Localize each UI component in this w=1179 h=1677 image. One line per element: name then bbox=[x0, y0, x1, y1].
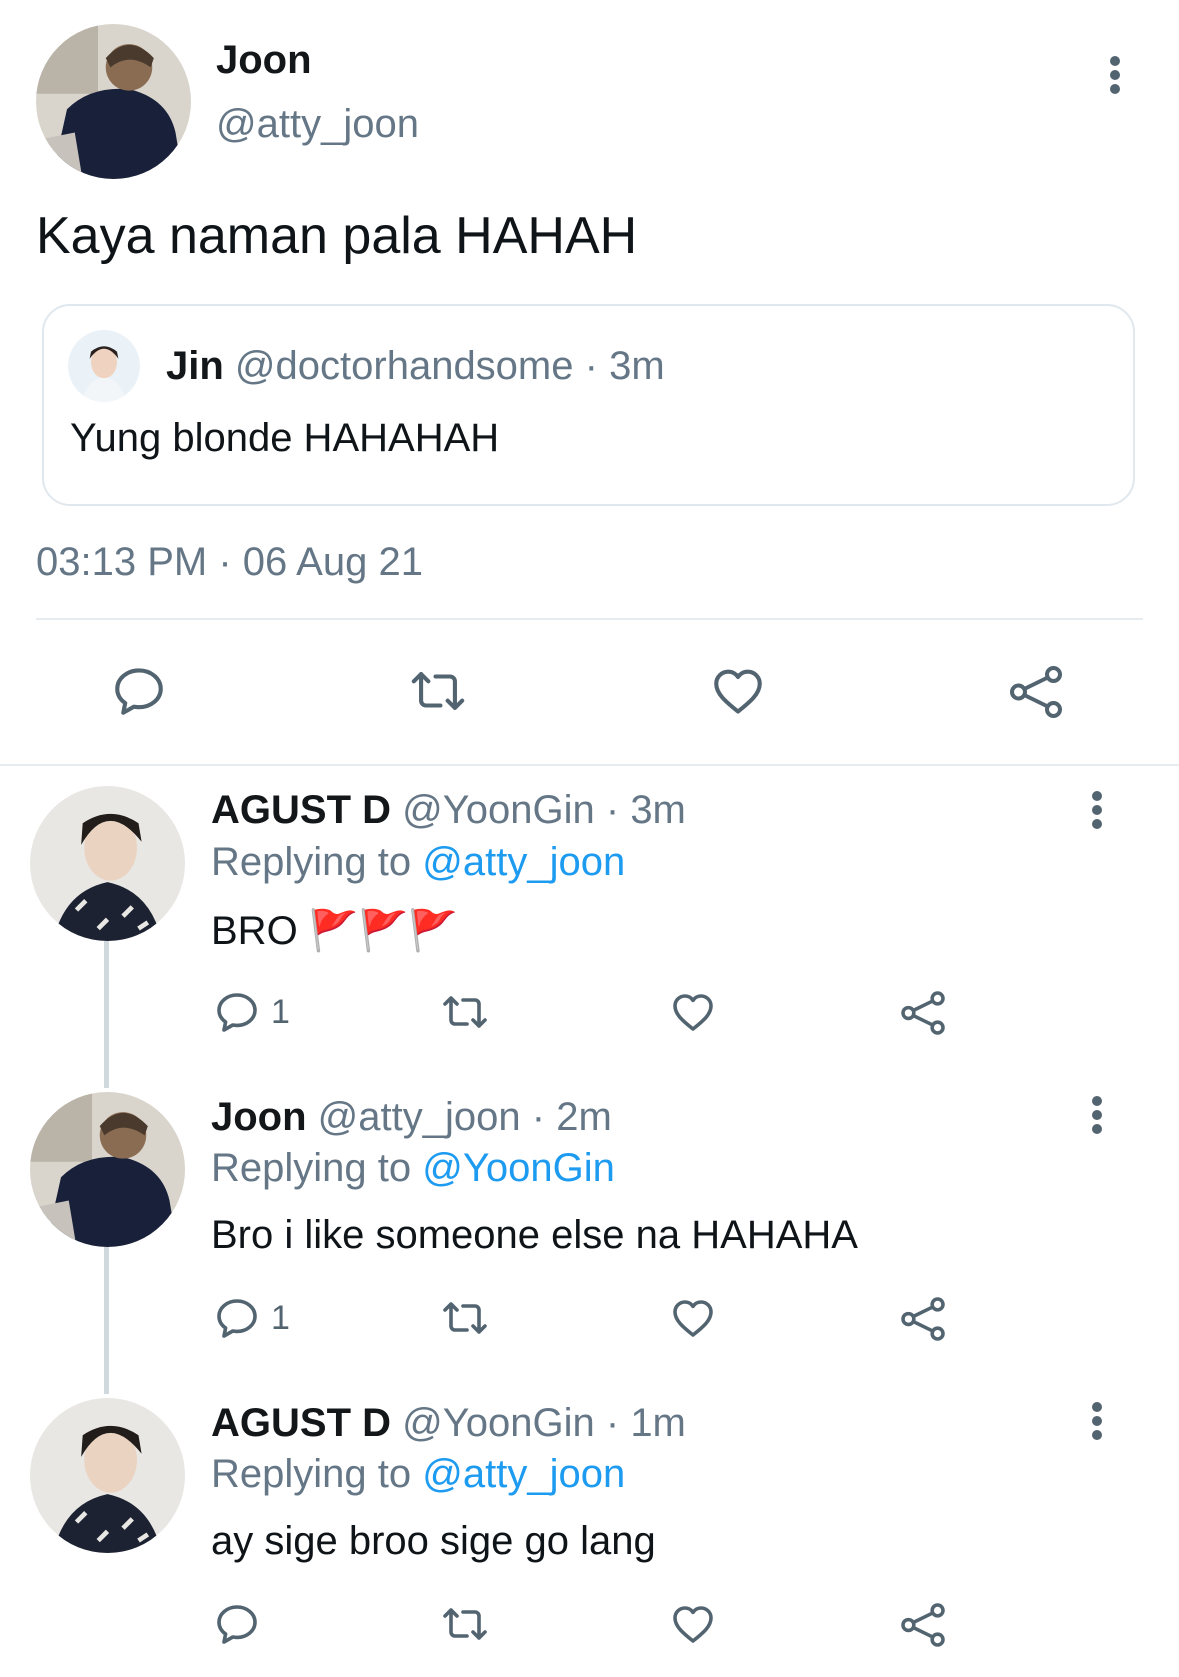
reply3-share-button[interactable] bbox=[898, 1600, 948, 1650]
reply1-author-name[interactable]: AGUST D bbox=[211, 788, 391, 832]
main-tweet-text: Kaya naman pala HAHAH bbox=[36, 207, 638, 265]
reply3-replying: Replying to @atty_joon bbox=[211, 1452, 625, 1497]
main-share-button[interactable] bbox=[1005, 662, 1067, 722]
thread-line-2 bbox=[104, 1246, 109, 1394]
reply3-reply-button[interactable] bbox=[213, 1600, 271, 1648]
reply3-author-name[interactable]: AGUST D bbox=[211, 1401, 391, 1445]
reply1-share-button[interactable] bbox=[898, 988, 948, 1038]
like-icon bbox=[673, 994, 713, 1031]
main-like-button[interactable] bbox=[708, 662, 768, 720]
reply3-like-button[interactable] bbox=[668, 1600, 718, 1648]
reply1-retweet-button[interactable] bbox=[438, 988, 492, 1036]
reply1-header: AGUST D @YoonGin · 3m bbox=[211, 788, 686, 833]
share-icon bbox=[901, 1603, 945, 1647]
quote-author-handle: @doctorhandsome bbox=[234, 344, 574, 388]
reply2-text: Bro i like someone else na HAHAHA bbox=[211, 1213, 858, 1257]
reply3-separator: · bbox=[605, 1401, 620, 1445]
reply2-reply-button[interactable]: 1 bbox=[213, 1294, 290, 1342]
avatar-photo-jin bbox=[68, 330, 140, 402]
reply2-header: Joon @atty_joon · 2m bbox=[211, 1095, 612, 1140]
reply1-reply-button[interactable]: 1 bbox=[213, 988, 290, 1036]
reply3-replying-prefix: Replying to bbox=[211, 1452, 412, 1496]
share-icon bbox=[901, 1297, 945, 1341]
main-tweet-divider bbox=[0, 764, 1179, 766]
reply2-share-button[interactable] bbox=[898, 1294, 948, 1344]
retweet-icon bbox=[443, 1302, 487, 1334]
share-icon bbox=[901, 991, 945, 1035]
reply1-author-handle[interactable]: @YoonGin bbox=[402, 788, 595, 832]
quote-header: Jin @doctorhandsome · 3m bbox=[166, 344, 665, 389]
quote-time: 3m bbox=[609, 344, 665, 388]
reply1-time: 3m bbox=[630, 788, 686, 832]
reply2-time: 2m bbox=[556, 1095, 612, 1139]
timestamp-divider bbox=[36, 618, 1143, 620]
reply3-text: ay sige broo sige go lang bbox=[211, 1519, 656, 1563]
reply2-author-name[interactable]: Joon bbox=[211, 1095, 307, 1139]
reply-icon bbox=[217, 1605, 257, 1644]
reply1-text: BRO 🚩🚩🚩 bbox=[211, 909, 459, 953]
main-author-avatar[interactable] bbox=[36, 24, 191, 179]
main-tweet-timestamp: 03:13 PM · 06 Aug 21 bbox=[36, 540, 423, 584]
quote-author-avatar bbox=[68, 330, 140, 402]
reply1-replying-prefix: Replying to bbox=[211, 840, 412, 884]
main-more-options-icon[interactable] bbox=[1100, 50, 1130, 100]
reply2-replying-prefix: Replying to bbox=[211, 1146, 412, 1190]
share-icon bbox=[1010, 666, 1062, 718]
reply2-more-options-icon[interactable] bbox=[1082, 1090, 1112, 1140]
main-reply-button[interactable] bbox=[110, 662, 168, 720]
quote-separator: · bbox=[584, 344, 598, 388]
reply3-time: 1m bbox=[630, 1401, 686, 1445]
main-author-handle[interactable]: @atty_joon bbox=[216, 102, 419, 147]
main-retweet-button[interactable] bbox=[405, 662, 471, 720]
avatar-photo-agustd bbox=[30, 1398, 185, 1553]
reply1-separator: · bbox=[605, 788, 620, 832]
thread-line-1 bbox=[104, 940, 109, 1088]
reply3-author-avatar[interactable] bbox=[30, 1398, 185, 1553]
reply3-author-handle[interactable]: @YoonGin bbox=[402, 1401, 595, 1445]
reply-icon bbox=[115, 668, 163, 715]
like-icon bbox=[714, 669, 762, 714]
reply3-more-options-icon[interactable] bbox=[1082, 1396, 1112, 1446]
avatar-photo-joon bbox=[30, 1092, 185, 1247]
reply3-retweet-button[interactable] bbox=[438, 1600, 492, 1648]
reply1-more-options-icon[interactable] bbox=[1082, 785, 1112, 835]
reply2-author-handle[interactable]: @atty_joon bbox=[318, 1095, 521, 1139]
avatar-photo-agustd bbox=[30, 786, 185, 941]
like-icon bbox=[673, 1606, 713, 1643]
retweet-icon bbox=[443, 996, 487, 1028]
reply3-replying-to-link[interactable]: @atty_joon bbox=[422, 1452, 625, 1496]
retweet-icon bbox=[443, 1608, 487, 1640]
reply2-separator: · bbox=[531, 1095, 546, 1139]
reply1-replying: Replying to @atty_joon bbox=[211, 840, 625, 885]
quote-author-name: Jin bbox=[166, 344, 224, 388]
quote-text: Yung blonde HAHAHAH bbox=[70, 416, 500, 460]
avatar-photo-joon bbox=[36, 24, 191, 179]
reply2-retweet-button[interactable] bbox=[438, 1294, 492, 1342]
reply-icon bbox=[217, 993, 257, 1032]
reply2-replying: Replying to @YoonGin bbox=[211, 1146, 615, 1191]
reply2-reply-count: 1 bbox=[271, 1298, 290, 1337]
reply2-like-button[interactable] bbox=[668, 1294, 718, 1342]
quoted-tweet-card[interactable]: Jin @doctorhandsome · 3m Yung blonde HAH… bbox=[42, 304, 1135, 506]
reply2-author-avatar[interactable] bbox=[30, 1092, 185, 1247]
reply2-replying-to-link[interactable]: @YoonGin bbox=[422, 1146, 615, 1190]
reply1-reply-count: 1 bbox=[271, 992, 290, 1031]
retweet-icon bbox=[411, 672, 465, 710]
reply1-replying-to-link[interactable]: @atty_joon bbox=[422, 840, 625, 884]
reply1-author-avatar[interactable] bbox=[30, 786, 185, 941]
reply1-like-button[interactable] bbox=[668, 988, 718, 1036]
reply3-header: AGUST D @YoonGin · 1m bbox=[211, 1401, 686, 1446]
main-author-name[interactable]: Joon bbox=[216, 38, 312, 83]
reply-icon bbox=[217, 1299, 257, 1338]
like-icon bbox=[673, 1300, 713, 1337]
